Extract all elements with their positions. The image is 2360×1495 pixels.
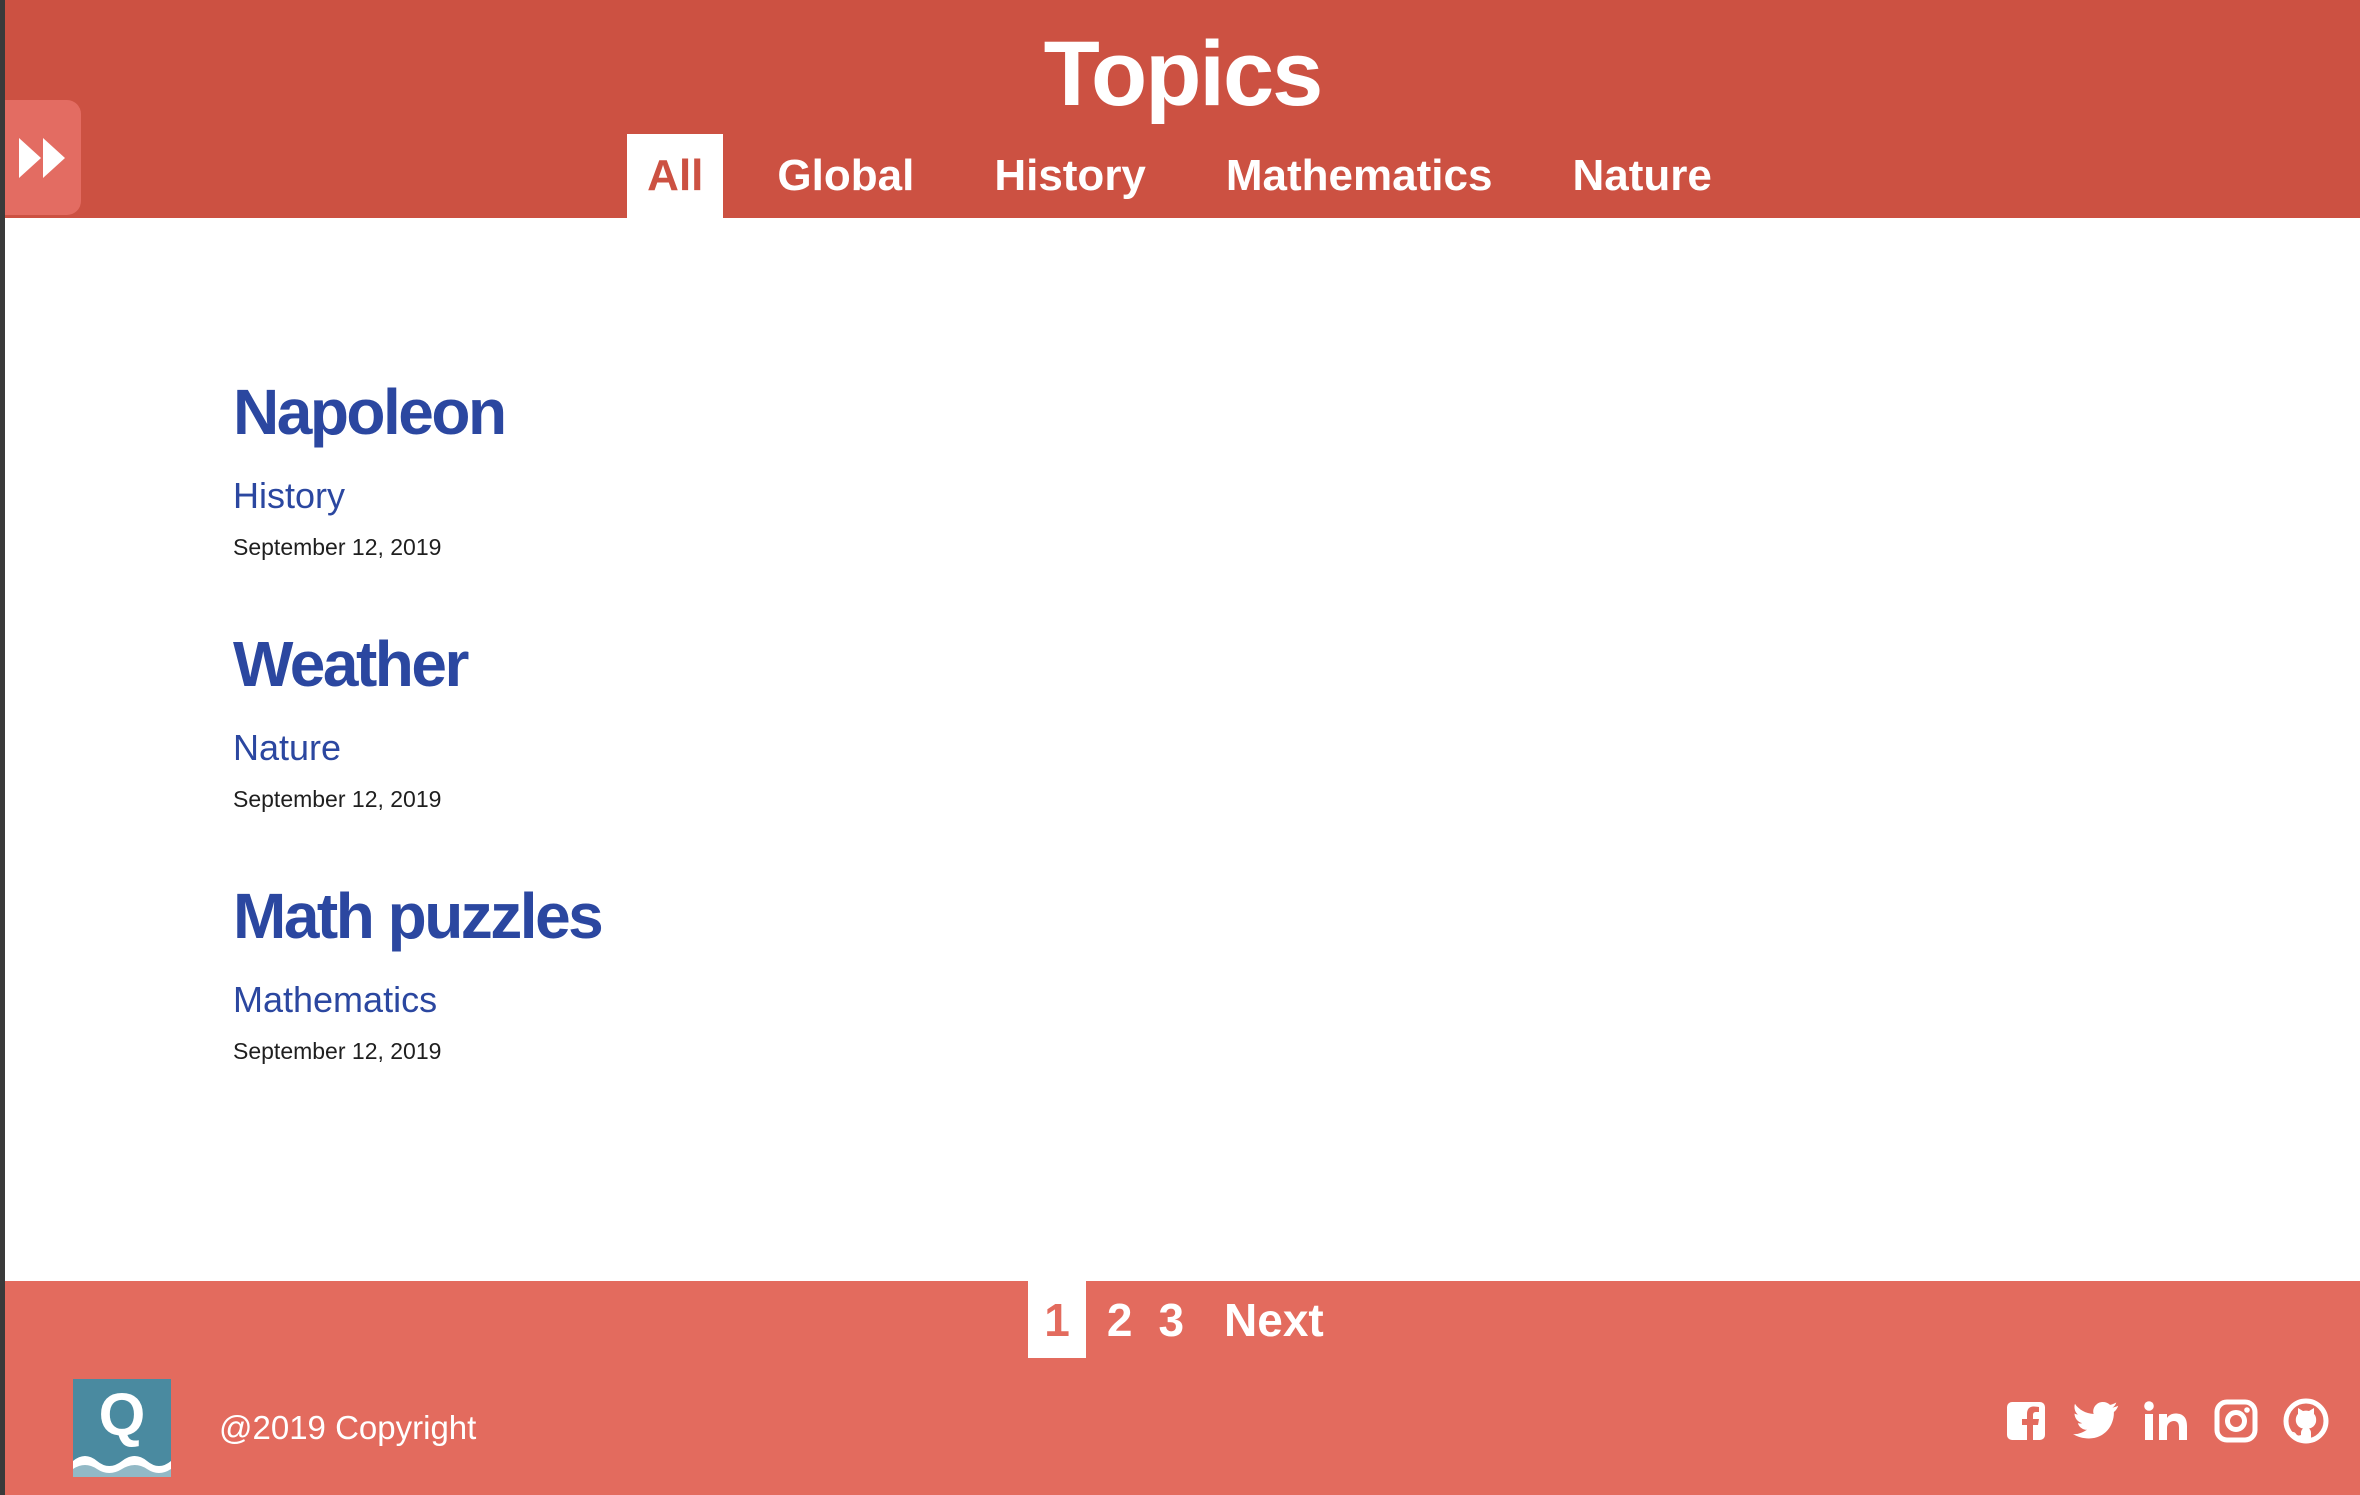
- post-date: September 12, 2019: [233, 534, 442, 560]
- instagram-icon[interactable]: [2212, 1397, 2260, 1445]
- tab-history[interactable]: History: [968, 134, 1172, 218]
- tab-all[interactable]: All: [627, 134, 724, 218]
- facebook-icon[interactable]: [2002, 1397, 2050, 1445]
- social-links: [2002, 1397, 2330, 1445]
- page-link-1[interactable]: 1: [1028, 1281, 1086, 1358]
- tab-nature[interactable]: Nature: [1546, 134, 1737, 218]
- copyright-text: @2019 Copyright: [219, 1409, 477, 1446]
- post-date: September 12, 2019: [233, 1038, 442, 1064]
- pagination: 1 2 3 Next: [5, 1281, 2360, 1358]
- page-link-3[interactable]: 3: [1145, 1281, 1197, 1358]
- page-title: Topics: [1043, 23, 1324, 125]
- post-list: Napoleon History September 12, 2019 Weat…: [233, 370, 604, 1126]
- github-icon[interactable]: [2282, 1397, 2330, 1445]
- post-title[interactable]: Napoleon: [233, 370, 601, 454]
- post-item: Weather Nature September 12, 2019: [233, 622, 601, 814]
- page: Topics All Global History Mathematics Na…: [5, 0, 2360, 1495]
- tab-global[interactable]: Global: [751, 134, 940, 218]
- post-date: September 12, 2019: [233, 786, 442, 812]
- post-item: Napoleon History September 12, 2019: [233, 370, 601, 562]
- post-item: Math puzzles Mathematics September 12, 2…: [233, 874, 604, 1066]
- footer: 1 2 3 Next Q @2019 Copyright: [5, 1281, 2360, 1495]
- site-logo[interactable]: Q: [73, 1379, 171, 1477]
- post-category-link[interactable]: Nature: [233, 724, 341, 772]
- page-link-2[interactable]: 2: [1094, 1281, 1146, 1358]
- next-page-link[interactable]: Next: [1211, 1281, 1337, 1358]
- post-title[interactable]: Math puzzles: [233, 874, 604, 958]
- logo-letter: Q: [99, 1381, 146, 1448]
- tab-mathematics[interactable]: Mathematics: [1200, 134, 1519, 218]
- post-title[interactable]: Weather: [233, 622, 601, 706]
- twitter-icon[interactable]: [2072, 1397, 2120, 1445]
- logo-mark: Q: [73, 1379, 171, 1477]
- post-category-link[interactable]: History: [233, 472, 345, 520]
- topic-nav: All Global History Mathematics Nature: [5, 134, 2360, 218]
- header: Topics All Global History Mathematics Na…: [5, 0, 2360, 218]
- post-category-link[interactable]: Mathematics: [233, 976, 437, 1024]
- linkedin-icon[interactable]: [2142, 1397, 2190, 1445]
